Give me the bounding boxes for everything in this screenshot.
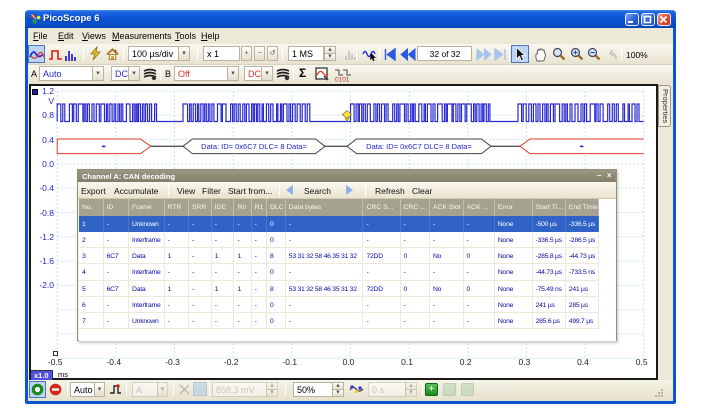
svg-text:Data: ID= 0x6C7 DLC= 8 Data=: Data: ID= 0x6C7 DLC= 8 Data= [201, 142, 307, 151]
svg-text:0101: 0101 [335, 77, 350, 83]
svg-text:Data: ID= 0x6C7 DLC= 8 Data=: Data: ID= 0x6C7 DLC= 8 Data= [366, 142, 472, 151]
